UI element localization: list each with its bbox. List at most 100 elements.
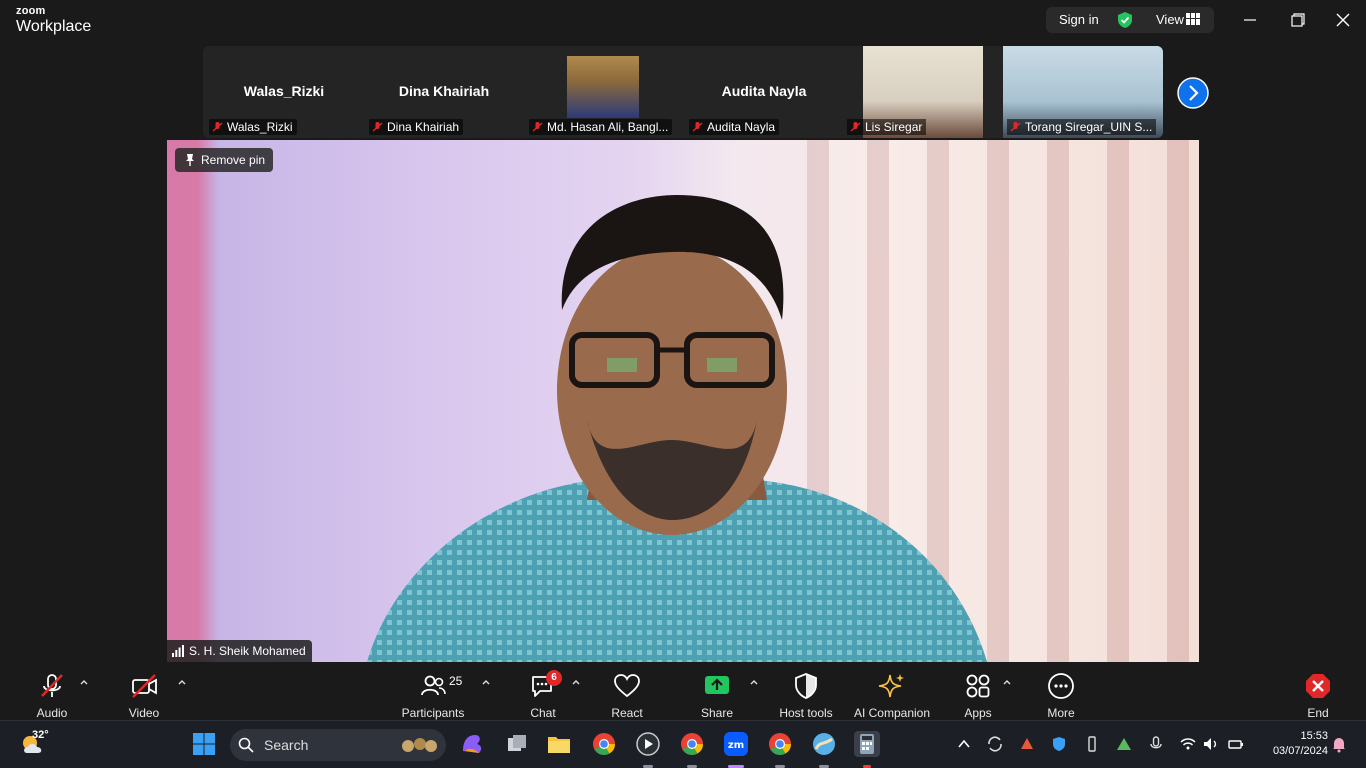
task-view-icon[interactable] [504, 731, 530, 757]
share-options-chevron-icon[interactable] [748, 676, 760, 688]
participant-tile[interactable]: Md. Hasan Ali, Bangl... [525, 46, 683, 138]
title-bar: zoom Workplace Sign in View [0, 0, 1366, 44]
participants-label: Participants [401, 706, 465, 720]
chat-unread-badge: 6 [546, 670, 562, 686]
remove-pin-button[interactable]: Remove pin [175, 148, 274, 172]
participants-button[interactable]: Participants [388, 668, 478, 720]
chrome-profile-icon[interactable] [679, 731, 705, 757]
usb-device-icon[interactable] [1083, 735, 1101, 753]
chat-label: Chat [530, 706, 556, 720]
zoom-logo: zoom Workplace [16, 6, 91, 35]
pin-icon [186, 154, 194, 166]
more-label: More [1047, 706, 1075, 720]
participant-caption-text: Torang Siregar_UIN S... [1025, 120, 1153, 134]
participant-caption-text: Audita Nayla [707, 120, 776, 134]
app-tray-icon[interactable] [1018, 735, 1036, 753]
muted-mic-icon [212, 122, 223, 132]
video-off-icon [132, 674, 157, 698]
participant-caption: Dina Khairiah [369, 119, 464, 135]
zoom-app-icon[interactable]: zm [723, 731, 749, 757]
main-speaker-video[interactable]: Remove pin S. H. Sheik Mohamed [167, 140, 1199, 662]
svg-text:zm: zm [728, 740, 744, 751]
end-label: End [1307, 706, 1329, 720]
temperature-text: 32° [32, 729, 49, 741]
chrome-secondary-icon[interactable] [767, 731, 793, 757]
sync-icon[interactable] [986, 735, 1004, 753]
windows-start-icon[interactable] [191, 731, 217, 757]
media-player-icon[interactable] [635, 731, 661, 757]
participant-caption-text: Lis Siregar [865, 120, 923, 134]
view-button[interactable]: View [1156, 12, 1184, 27]
apps-icon [966, 674, 990, 698]
participant-caption-text: Walas_Rizki [227, 120, 293, 134]
participant-video-thumbnail[interactable]: Lis Siregar [847, 46, 983, 138]
end-meeting-button[interactable]: End [1273, 668, 1363, 720]
participant-tile[interactable]: Walas_Rizki Walas_Rizki [205, 46, 363, 138]
wifi-icon[interactable] [1179, 735, 1197, 753]
speaker-name-tag: S. H. Sheik Mohamed [167, 640, 312, 662]
participant-name-large: Dina Khairiah [398, 83, 490, 99]
share-screen-icon [705, 676, 729, 694]
volume-icon[interactable] [1202, 735, 1220, 753]
system-clock[interactable]: 15:53 03/07/2024 [1252, 729, 1328, 759]
minimize-icon[interactable] [1238, 10, 1262, 30]
muted-microphone-icon [41, 674, 63, 697]
nvidia-icon[interactable] [1115, 735, 1133, 753]
sparkle-icon [878, 674, 904, 698]
participant-name-large: Audita Nayla [721, 83, 807, 99]
apps-options-chevron-icon[interactable] [1001, 676, 1013, 688]
search-highlight-icon [402, 738, 437, 752]
participant-video-thumbnail[interactable]: Torang Siregar_UIN S... [1003, 46, 1163, 138]
participant-name-large: Walas_Rizki [243, 83, 325, 99]
calculator-icon[interactable] [854, 731, 880, 757]
participant-caption-text: Dina Khairiah [387, 120, 460, 134]
more-ellipsis-icon [1048, 673, 1074, 699]
taskbar-search-box[interactable]: Search [230, 729, 446, 761]
participant-caption: Torang Siregar_UIN S... [1007, 119, 1157, 135]
restore-icon[interactable] [1285, 10, 1309, 30]
participants-options-chevron-icon[interactable] [480, 676, 492, 688]
gallery-strip: Walas_Rizki Walas_Rizki Dina Khairiah Di… [203, 46, 1163, 138]
notification-bell-icon[interactable] [1330, 735, 1348, 753]
ai-companion-button[interactable]: AI Companion [847, 668, 937, 720]
muted-mic-icon [532, 122, 543, 132]
meeting-toolbar: Audio Video Participants 25 Chat 6 React… [0, 662, 1366, 720]
security-tray-icon[interactable] [1050, 735, 1068, 753]
participant-caption: Lis Siregar [847, 119, 927, 135]
next-page-chevron-icon[interactable] [1177, 77, 1209, 109]
grid-view-icon[interactable] [1186, 13, 1200, 25]
close-icon[interactable] [1331, 10, 1355, 30]
share-label: Share [700, 706, 734, 720]
participants-icon [421, 675, 446, 696]
participants-count: 25 [449, 674, 463, 688]
show-hidden-icons-chevron-icon[interactable] [955, 735, 973, 753]
participant-tile[interactable]: Dina Khairiah Dina Khairiah [365, 46, 523, 138]
copilot-icon[interactable] [459, 731, 485, 757]
photos-icon[interactable] [811, 731, 837, 757]
chat-options-chevron-icon[interactable] [570, 676, 582, 688]
search-label: Search [264, 737, 309, 753]
apps-label: Apps [964, 706, 992, 720]
muted-mic-icon [1010, 122, 1021, 132]
sign-in-button[interactable]: Sign in [1059, 12, 1099, 27]
logo-line2: Workplace [16, 18, 92, 35]
react-button[interactable]: React [582, 668, 672, 720]
more-button[interactable]: More [1016, 668, 1106, 720]
audio-options-chevron-icon[interactable] [78, 676, 90, 688]
chrome-icon[interactable] [591, 731, 617, 757]
file-explorer-icon[interactable] [546, 731, 572, 757]
participant-caption: Walas_Rizki [209, 119, 297, 135]
video-options-chevron-icon[interactable] [176, 676, 188, 688]
host-shield-icon [795, 673, 817, 699]
microphone-tray-icon[interactable] [1147, 735, 1165, 753]
battery-icon[interactable] [1227, 735, 1245, 753]
header-controls: Sign in View [1046, 7, 1214, 33]
muted-mic-icon [372, 122, 383, 132]
speaker-silhouette [367, 195, 987, 662]
security-shield-icon[interactable] [1116, 11, 1134, 29]
audio-label: Audio [36, 706, 68, 720]
participant-tile[interactable]: Audita Nayla Audita Nayla [685, 46, 843, 138]
participant-caption-text: Md. Hasan Ali, Bangl... [547, 120, 669, 134]
participant-caption: Md. Hasan Ali, Bangl... [529, 119, 673, 135]
remove-pin-label: Remove pin [201, 153, 266, 167]
